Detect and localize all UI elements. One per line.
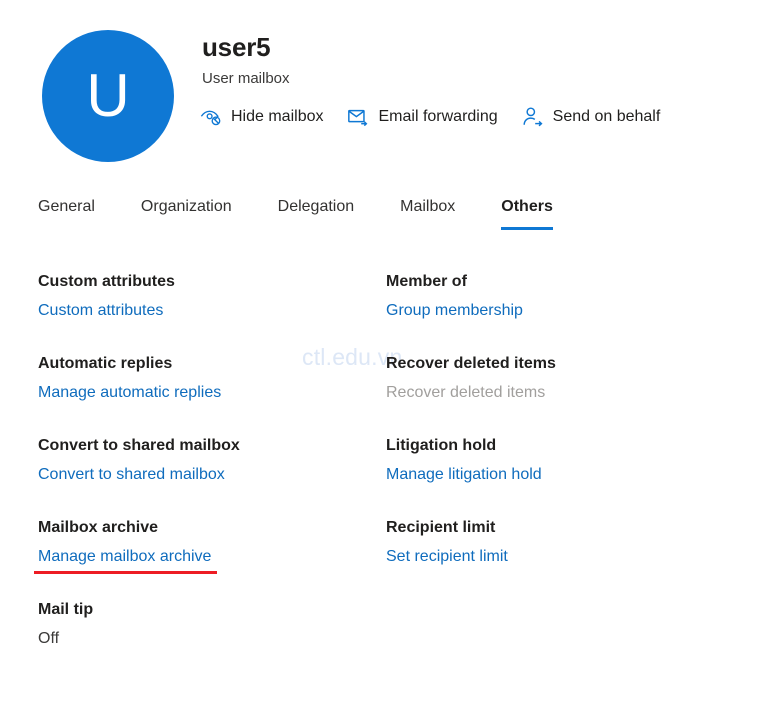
custom-attributes-link[interactable]: Custom attributes: [38, 301, 163, 321]
tab-organization-label: Organization: [140, 198, 232, 215]
avatar: U: [42, 30, 174, 162]
setting-title: Litigation hold: [386, 437, 497, 454]
envelope-forward-icon: [347, 106, 369, 128]
tab-mailbox[interactable]: Mailbox: [400, 194, 455, 230]
header-text-block: user5 User mailbox: [202, 32, 742, 89]
setting-automatic-replies: Automatic replies Manage automatic repli…: [38, 354, 386, 403]
action-hide-mailbox[interactable]: Hide mailbox: [200, 106, 323, 128]
settings-row: Automatic replies Manage automatic repli…: [38, 354, 738, 403]
setting-empty: [386, 600, 734, 649]
settings-row: Mailbox archive Manage mailbox archive R…: [33, 518, 738, 574]
tab-bar: General Organization Delegation Mailbox …: [38, 194, 553, 230]
eye-hidden-icon: [200, 106, 222, 128]
mail-tip-value: Off: [38, 630, 60, 647]
manage-litigation-hold-link[interactable]: Manage litigation hold: [386, 465, 542, 485]
setting-convert-to-shared-mailbox: Convert to shared mailbox Convert to sha…: [38, 436, 386, 485]
tab-organization[interactable]: Organization: [141, 194, 232, 230]
others-settings-grid: Custom attributes Custom attributes Memb…: [33, 272, 738, 649]
settings-row: Mail tip Off: [38, 600, 738, 649]
action-send-on-behalf-label: Send on behalf: [552, 108, 661, 125]
manage-mailbox-archive-link[interactable]: Manage mailbox archive: [33, 547, 218, 574]
setting-recover-deleted-items: Recover deleted items Recover deleted it…: [386, 354, 734, 403]
manage-automatic-replies-link[interactable]: Manage automatic replies: [38, 383, 221, 403]
page-title: user5: [202, 32, 271, 62]
tab-others-label: Others: [501, 198, 553, 215]
setting-title: Convert to shared mailbox: [38, 437, 240, 454]
setting-title: Custom attributes: [38, 273, 175, 290]
setting-title: Automatic replies: [38, 355, 173, 372]
header-action-bar: Hide mailbox Email forwarding Send on be…: [200, 106, 660, 128]
setting-litigation-hold: Litigation hold Manage litigation hold: [386, 436, 734, 485]
action-send-on-behalf[interactable]: Send on behalf: [522, 106, 661, 128]
group-membership-link[interactable]: Group membership: [386, 301, 523, 321]
set-recipient-limit-link[interactable]: Set recipient limit: [386, 547, 508, 567]
setting-title: Mailbox archive: [38, 519, 159, 536]
setting-title: Member of: [386, 273, 467, 290]
tab-others[interactable]: Others: [501, 194, 553, 230]
recover-deleted-items-link: Recover deleted items: [386, 384, 546, 401]
setting-title: Mail tip: [38, 601, 94, 618]
avatar-initial: U: [86, 62, 130, 129]
settings-row: Custom attributes Custom attributes Memb…: [38, 272, 738, 321]
mailbox-header: U user5 User mailbox Hide mailbox Email …: [0, 0, 759, 180]
tab-general-label: General: [38, 198, 95, 215]
tab-delegation-label: Delegation: [277, 198, 355, 215]
setting-mail-tip: Mail tip Off: [38, 600, 386, 649]
convert-to-shared-mailbox-link[interactable]: Convert to shared mailbox: [38, 465, 225, 485]
mailbox-type-label: User mailbox: [202, 70, 290, 88]
setting-member-of: Member of Group membership: [386, 272, 734, 321]
setting-mailbox-archive: Mailbox archive Manage mailbox archive: [33, 518, 386, 574]
person-arrow-icon: [522, 106, 544, 128]
action-hide-mailbox-label: Hide mailbox: [231, 108, 324, 125]
tab-mailbox-label: Mailbox: [400, 198, 456, 215]
action-email-forwarding[interactable]: Email forwarding: [347, 106, 498, 128]
tab-general[interactable]: General: [38, 194, 95, 230]
setting-recipient-limit: Recipient limit Set recipient limit: [386, 518, 734, 567]
setting-title: Recipient limit: [386, 519, 496, 536]
action-email-forwarding-label: Email forwarding: [378, 108, 498, 125]
settings-row: Convert to shared mailbox Convert to sha…: [38, 436, 738, 485]
setting-title: Recover deleted items: [386, 355, 556, 372]
tab-delegation[interactable]: Delegation: [278, 194, 355, 230]
setting-custom-attributes: Custom attributes Custom attributes: [38, 272, 386, 321]
